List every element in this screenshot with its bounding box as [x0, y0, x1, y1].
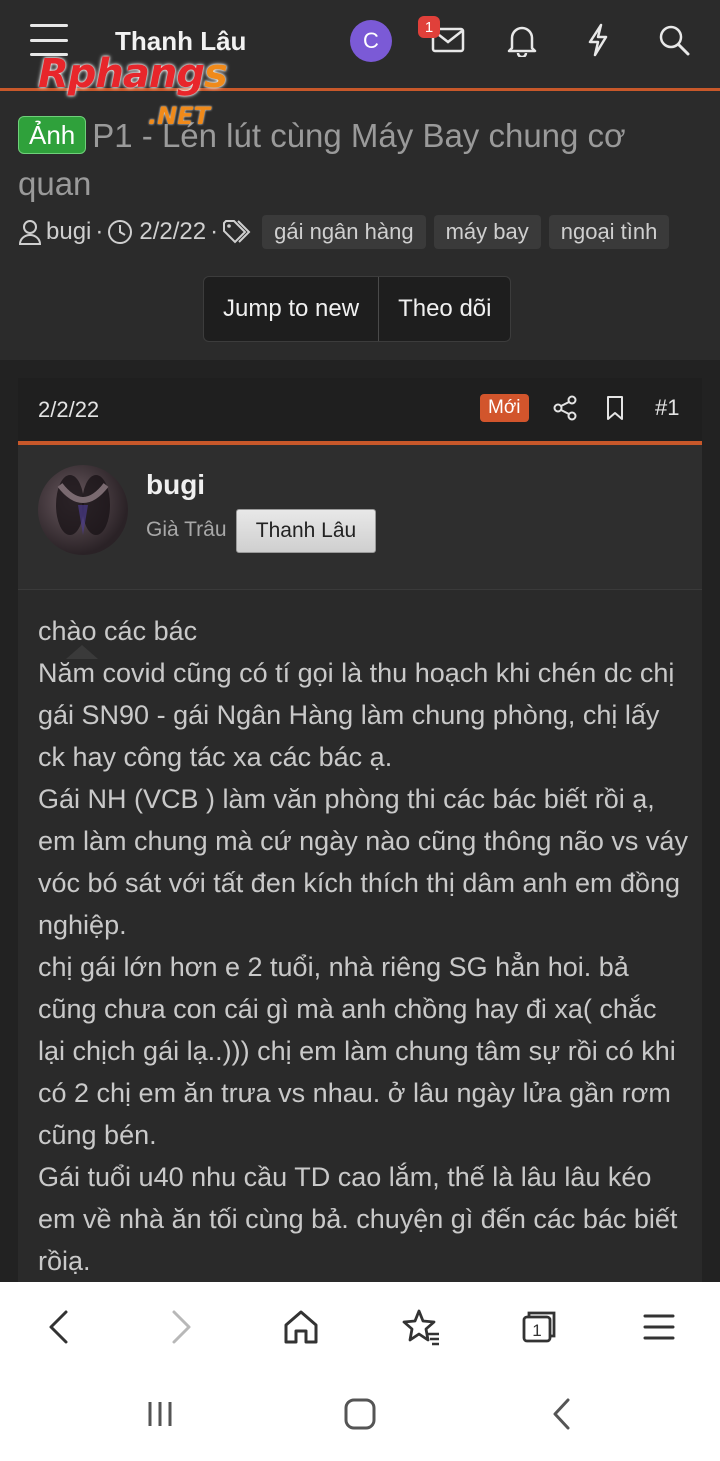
thread-title: Ảnh P1 - Lén lút cùng Máy Bay chung cơ qu…: [18, 112, 698, 208]
post-paragraph: Gái NH (VCB ) làm văn phòng thi các bác …: [38, 784, 688, 940]
post-body: chào các bác Năm covid cũng có tí gọi là…: [38, 610, 688, 1282]
post: 2/2/22 Mới #1 bugi Già Trâu Thanh Lâu ch…: [18, 378, 702, 1288]
tag-item[interactable]: gái ngân hàng: [262, 215, 426, 249]
prefix-label[interactable]: Ảnh: [18, 116, 87, 154]
post-user-block: bugi Già Trâu Thanh Lâu: [18, 445, 702, 659]
follow-button[interactable]: Theo dõi: [379, 277, 510, 341]
user-title: Già Trâu: [146, 518, 227, 541]
tag-item[interactable]: máy bay: [433, 215, 541, 249]
tags-icon: [222, 219, 254, 245]
screen: Thanh Lâu C 1 Ảnh P1 - Lén lút cùng Máy B…: [0, 0, 720, 1461]
post-header: 2/2/22 Mới #1: [18, 378, 702, 445]
bell-icon[interactable]: [502, 20, 542, 60]
user-icon: [18, 219, 42, 245]
home-button-icon[interactable]: [338, 1392, 382, 1436]
post-username[interactable]: bugi: [146, 469, 205, 501]
lightning-icon[interactable]: [578, 20, 618, 60]
new-badge: Mới: [480, 394, 529, 422]
post-paragraph: Gái tuổi u40 nhu cầu TD cao lắm, thế là …: [38, 1162, 678, 1276]
browser-menu-icon[interactable]: [636, 1304, 682, 1350]
clock-icon: [107, 219, 133, 245]
post-paragraph: chào các bác: [38, 616, 198, 646]
post-date[interactable]: 2/2/22: [38, 397, 99, 423]
home-icon[interactable]: [278, 1304, 324, 1350]
system-nav-bar: [0, 1372, 720, 1461]
system-back-icon[interactable]: [540, 1392, 584, 1436]
user-avatar[interactable]: [38, 465, 128, 555]
bookmark-star-icon[interactable]: [398, 1304, 444, 1350]
logo-main-text: Rphang: [38, 51, 205, 97]
post-paragraph: Năm covid cũng có tí gọi là thu hoạch kh…: [38, 658, 675, 772]
browser-toolbar: 1: [0, 1282, 720, 1372]
inbox-badge: 1: [418, 16, 440, 38]
thread-actions: Jump to new Theo dõi: [203, 276, 512, 342]
site-logo[interactable]: Rphangs: [38, 51, 228, 97]
search-icon[interactable]: [654, 20, 694, 60]
thread-author[interactable]: bugi: [46, 218, 91, 246]
post-number[interactable]: #1: [655, 395, 679, 421]
thread-meta: bugi · 2/2/22 · gái ngân hàng máy bay ng…: [18, 214, 670, 250]
logo-s-text: s: [204, 51, 228, 97]
logo-net-text: .NET: [148, 102, 210, 130]
thread-date[interactable]: 2/2/22: [139, 218, 206, 246]
bookmark-icon[interactable]: [600, 393, 630, 423]
back-icon[interactable]: [36, 1304, 82, 1350]
user-banner: Thanh Lâu: [236, 509, 376, 553]
jump-to-new-button[interactable]: Jump to new: [204, 277, 378, 341]
user-avatar-button[interactable]: C: [350, 20, 392, 62]
tag-item[interactable]: ngoại tình: [548, 215, 670, 249]
tab-count: 1: [532, 1321, 541, 1340]
share-icon[interactable]: [550, 393, 580, 423]
recent-apps-icon[interactable]: [138, 1392, 182, 1436]
forward-icon[interactable]: [158, 1304, 204, 1350]
thread-title-text: P1 - Lén lút cùng Máy Bay chung cơ quan: [18, 117, 626, 202]
tabs-icon[interactable]: 1: [516, 1304, 562, 1350]
post-paragraph: chị gái lớn hơn e 2 tuổi, nhà riêng SG h…: [38, 952, 676, 1150]
